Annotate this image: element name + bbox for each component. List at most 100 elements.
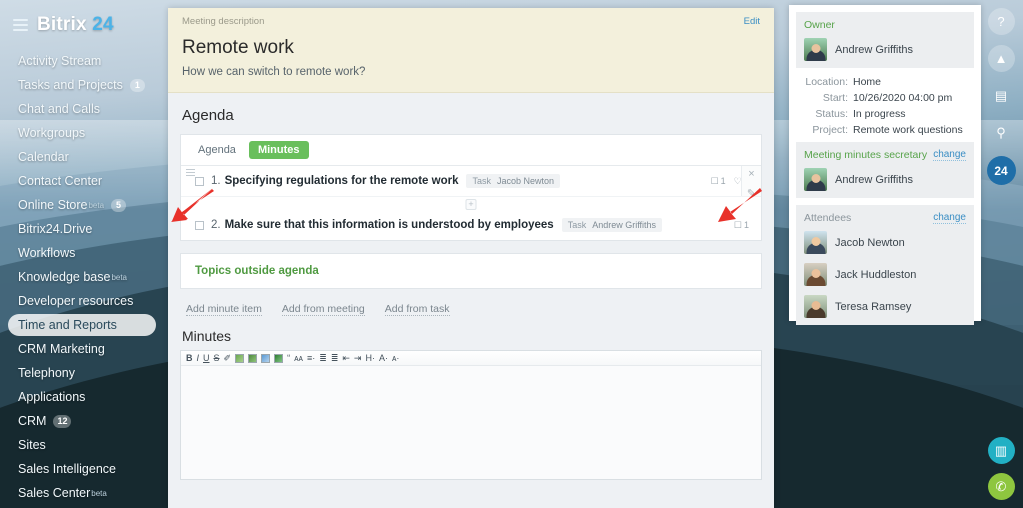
sidebar-item-badge: 5 bbox=[111, 198, 127, 212]
sidebar-item-activity-stream[interactable]: Activity Stream bbox=[8, 50, 156, 72]
secretary-person[interactable]: Andrew Griffiths bbox=[804, 168, 966, 191]
italic-button[interactable]: I bbox=[197, 353, 200, 363]
insert-image-button[interactable] bbox=[248, 353, 258, 363]
sidebar-item-developer-resources[interactable]: Developer resources bbox=[8, 290, 156, 312]
sidebar-item-crm[interactable]: CRM 12 bbox=[8, 410, 156, 432]
outdent-button[interactable]: ⇤ bbox=[342, 353, 350, 363]
agenda-item-title: Make sure that this information is under… bbox=[224, 219, 554, 231]
sidebar-item-tasks-and-projects[interactable]: Tasks and Projects 1 bbox=[8, 74, 156, 96]
sidebar-item-label: Sales Center bbox=[18, 486, 91, 500]
edit-description-link[interactable]: Edit bbox=[744, 16, 760, 27]
attendees-card-header: Attendees change bbox=[804, 212, 966, 224]
attendees-list: Jacob Newton Jack Huddleston Teresa Ramsey bbox=[804, 231, 966, 318]
insert-video-button[interactable] bbox=[235, 353, 245, 363]
sidebar-nav: Activity Stream Tasks and Projects 1 Chat a… bbox=[0, 50, 164, 504]
topics-outside-agenda-block[interactable]: Topics outside agenda bbox=[180, 253, 762, 289]
underline-button[interactable]: U bbox=[203, 353, 210, 363]
indent-button[interactable]: ⇥ bbox=[354, 353, 362, 363]
task-count-icon[interactable]: ☐ 1 bbox=[711, 176, 726, 187]
sidebar-item-telephony[interactable]: Telephony bbox=[8, 362, 156, 384]
strikethrough-button[interactable]: S bbox=[214, 353, 220, 363]
minutes-editor-body[interactable] bbox=[181, 366, 761, 479]
agenda-item-checkbox[interactable] bbox=[195, 220, 204, 230]
main-content: Meeting description Edit Remote work How… bbox=[168, 8, 774, 508]
meeting-info-panel: Owner Andrew Griffiths Location: Home Star… bbox=[789, 5, 981, 325]
agenda-item-row[interactable]: 2. Make sure that this information is und… bbox=[181, 210, 761, 240]
attendee-person[interactable]: Teresa Ramsey bbox=[804, 295, 966, 318]
agenda-item-number: 2. bbox=[211, 219, 221, 231]
agenda-item-row[interactable]: 1. Specifying regulations for the remote … bbox=[181, 166, 761, 226]
sidebar-item-sales-intelligence[interactable]: Sales Intelligence bbox=[8, 458, 156, 480]
insert-quote-button[interactable]: “ bbox=[287, 353, 290, 363]
meta-row: Status: In progress bbox=[798, 108, 970, 120]
agenda-item-checkbox[interactable] bbox=[195, 176, 204, 186]
task-count: 1 bbox=[743, 220, 749, 230]
documents-icon[interactable]: ▥ bbox=[987, 437, 1015, 464]
sidebar-item-label: Calendar bbox=[18, 150, 69, 164]
avatar bbox=[804, 263, 827, 286]
tab-minutes[interactable]: Minutes bbox=[248, 141, 309, 159]
heading-button[interactable]: H· bbox=[365, 353, 375, 363]
attendee-person[interactable]: Jack Huddleston bbox=[804, 263, 966, 286]
spellcheck-button[interactable]: ᴀᴀ bbox=[294, 353, 303, 363]
task-label: Task bbox=[567, 220, 587, 230]
ordered-list-button[interactable]: ≣ bbox=[319, 353, 327, 363]
sidebar-item-chat-and-calls[interactable]: Chat and Calls bbox=[8, 98, 156, 120]
owner-person[interactable]: Andrew Griffiths bbox=[804, 38, 966, 61]
chat-icon[interactable]: ▤ bbox=[988, 82, 1015, 109]
sidebar-item-sales-center[interactable]: Sales Center beta bbox=[8, 482, 156, 504]
sidebar-item-label: Tasks and Projects bbox=[18, 78, 123, 92]
sidebar-item-label: Bitrix24.Drive bbox=[18, 222, 93, 236]
sidebar-item-label: Developer resources bbox=[18, 294, 134, 308]
change-attendees-link[interactable]: change bbox=[933, 212, 966, 224]
sidebar-item-time-and-reports[interactable]: Time and Reports bbox=[8, 314, 156, 336]
sidebar-item-label: CRM bbox=[18, 414, 47, 428]
search-icon[interactable]: ⚲ bbox=[988, 119, 1015, 146]
notifications-bell-icon[interactable]: ▲ bbox=[987, 45, 1015, 72]
action-add-from-task[interactable]: Add from task bbox=[384, 303, 450, 316]
bitrix24-counter-badge[interactable]: 24 bbox=[986, 156, 1016, 185]
sidebar-item-badge: 1 bbox=[129, 78, 145, 92]
sidebar-item-label: Chat and Calls bbox=[18, 102, 100, 116]
tab-agenda[interactable]: Agenda bbox=[189, 141, 245, 159]
sidebar-item-crm-marketing[interactable]: CRM Marketing bbox=[8, 338, 156, 360]
sidebar-item-online-store[interactable]: Online Store beta 5 bbox=[8, 194, 156, 216]
sidebar-item-workflows[interactable]: Workflows bbox=[8, 242, 156, 264]
task-count-icon[interactable]: ☐ 1 bbox=[734, 220, 749, 231]
drag-handle-icon[interactable] bbox=[186, 169, 195, 176]
close-icon[interactable]: × bbox=[748, 169, 754, 180]
meta-row: Location: Home bbox=[798, 76, 970, 88]
meta-value: In progress bbox=[853, 108, 906, 120]
bold-button[interactable]: B bbox=[186, 353, 193, 363]
menu-hamburger-icon[interactable] bbox=[13, 19, 28, 31]
brand-logo[interactable]: Bitrix 24 bbox=[0, 0, 164, 36]
sidebar-item-sites[interactable]: Sites bbox=[8, 434, 156, 456]
meeting-subtitle: How we can switch to remote work? bbox=[182, 66, 366, 78]
agenda-item-task-pill[interactable]: Task Jacob Newton bbox=[466, 174, 561, 188]
sidebar-item-label: Workgroups bbox=[18, 126, 86, 140]
align-button[interactable]: ≡· bbox=[307, 353, 315, 363]
font-color-button[interactable]: A· bbox=[379, 353, 388, 363]
call-phone-icon[interactable]: ✆ bbox=[987, 473, 1015, 500]
remove-format-button[interactable]: ✐ bbox=[224, 353, 232, 363]
sidebar-item-applications[interactable]: Applications bbox=[8, 386, 156, 408]
insert-file-button[interactable] bbox=[274, 353, 284, 363]
unordered-list-button[interactable]: ≣ bbox=[331, 353, 339, 363]
sidebar-item-label: Telephony bbox=[18, 366, 75, 380]
sidebar-item-workgroups[interactable]: Workgroups bbox=[8, 122, 156, 144]
action-add-from-meeting[interactable]: Add from meeting bbox=[281, 303, 365, 316]
change-secretary-link[interactable]: change bbox=[933, 149, 966, 161]
attendee-person[interactable]: Jacob Newton bbox=[804, 231, 966, 254]
help-icon[interactable]: ? bbox=[987, 8, 1015, 35]
agenda-item-task-pill[interactable]: Task Andrew Griffiths bbox=[561, 218, 663, 232]
add-agenda-item-button[interactable]: + bbox=[465, 199, 477, 210]
sidebar-item-knowledge-base[interactable]: Knowledge base beta bbox=[8, 266, 156, 288]
sidebar-item-calendar[interactable]: Calendar bbox=[8, 146, 156, 168]
action-add-minute-item[interactable]: Add minute item bbox=[186, 303, 262, 316]
meta-key: Start: bbox=[822, 92, 848, 104]
insert-picture-button[interactable] bbox=[261, 353, 271, 363]
font-size-button[interactable]: ᴀ· bbox=[392, 353, 399, 363]
sidebar-item-bitrix24-drive[interactable]: Bitrix24.Drive bbox=[8, 218, 156, 240]
brand-number: 24 bbox=[92, 14, 114, 35]
sidebar-item-contact-center[interactable]: Contact Center bbox=[8, 170, 156, 192]
